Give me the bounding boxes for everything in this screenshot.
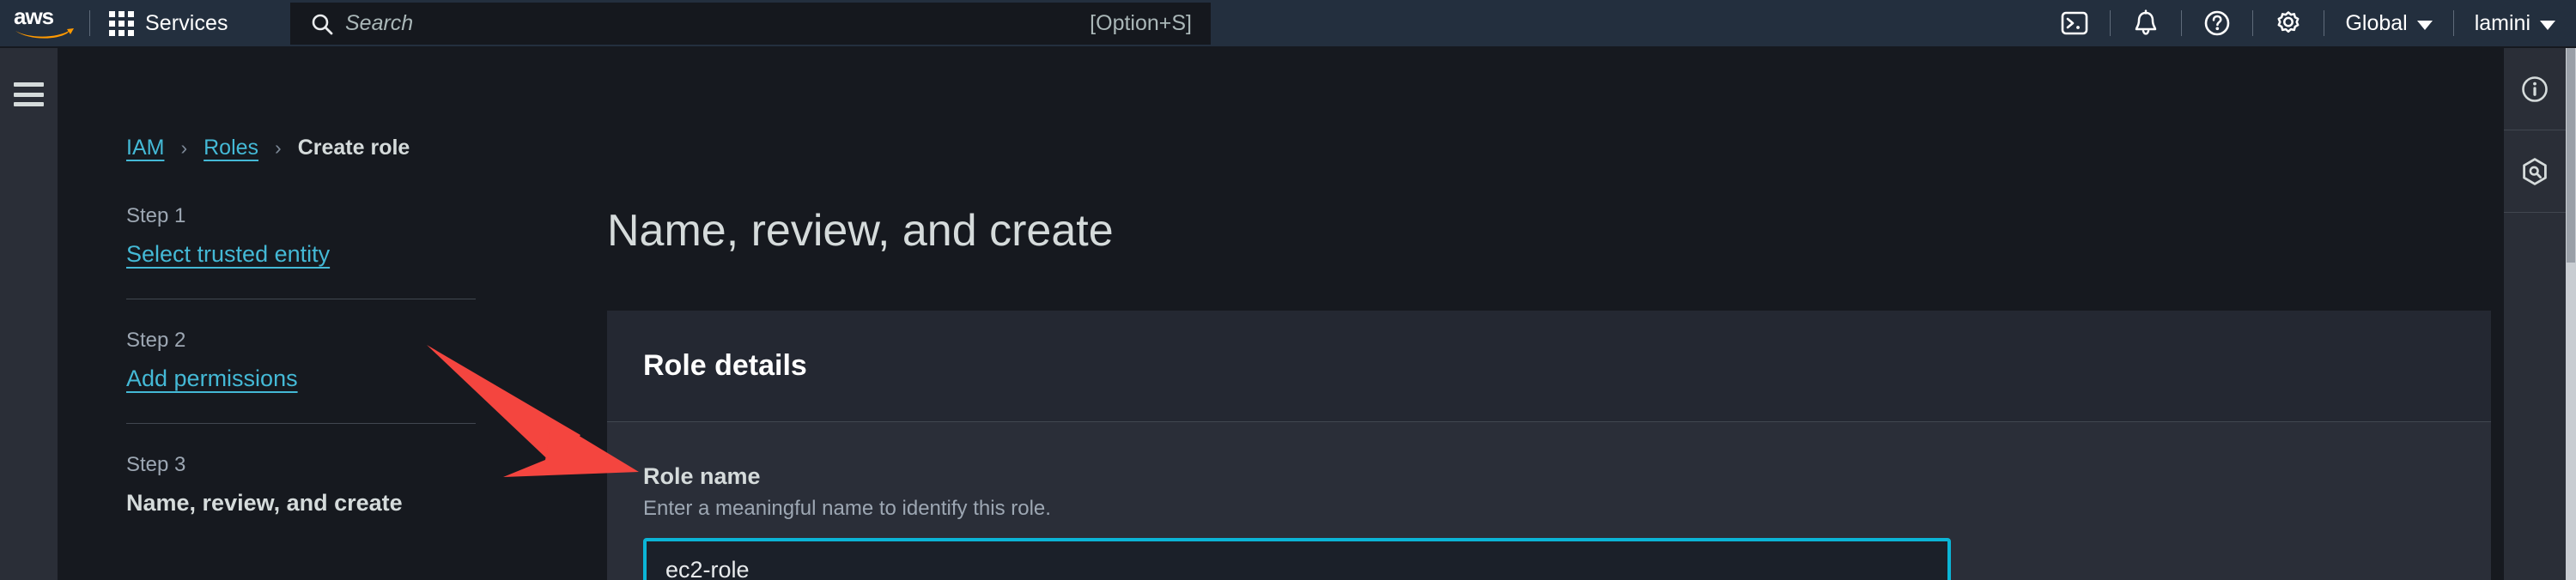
settings-gear-icon[interactable] — [2253, 0, 2324, 46]
right-helper-rail — [2504, 48, 2566, 580]
scrollbar-thumb[interactable] — [2567, 48, 2575, 263]
breadcrumb-item-create-role: Create role — [297, 136, 410, 160]
hamburger-menu-icon[interactable] — [14, 82, 44, 106]
info-icon[interactable] — [2504, 48, 2566, 130]
services-menu-button[interactable]: Services — [90, 0, 247, 46]
role-details-panel: Role details Role name Enter a meaningfu… — [607, 311, 2491, 580]
breadcrumb-item-roles[interactable]: Roles — [204, 136, 258, 160]
account-label: lamini — [2474, 10, 2530, 35]
top-navigation-right-group: Global lamini — [2039, 0, 2576, 46]
sidebar-item-add-permissions[interactable]: Add permissions — [126, 366, 298, 392]
top-navigation-bar: aws Services Search [Option+S] Global la… — [0, 0, 2576, 46]
step-divider — [126, 423, 476, 424]
global-search-box[interactable]: Search [Option+S] — [290, 3, 1211, 45]
page-scrollbar[interactable] — [2566, 48, 2576, 580]
chevron-down-icon — [2540, 20, 2555, 30]
page-title: Name, review, and create — [607, 206, 1114, 256]
services-label: Services — [145, 10, 228, 35]
panel-header: Role details — [607, 311, 2491, 422]
breadcrumb: IAM › Roles › Create role — [126, 136, 410, 160]
svg-text:aws: aws — [14, 5, 54, 29]
main-content-area: IAM › Roles › Create role Step 1 Select … — [58, 48, 2504, 580]
help-question-icon[interactable] — [2182, 0, 2252, 46]
role-name-description: Enter a meaningful name to identify this… — [643, 497, 1051, 520]
breadcrumb-separator: › — [180, 136, 188, 159]
chevron-down-icon — [2416, 20, 2433, 30]
grid-menu-icon — [109, 10, 134, 36]
search-shortcut-hint: [Option+S] — [1090, 11, 1192, 35]
panel-title: Role details — [643, 349, 807, 382]
breadcrumb-separator: › — [275, 136, 282, 159]
search-icon — [307, 9, 337, 39]
region-selector[interactable]: Global — [2324, 0, 2452, 46]
notifications-bell-icon[interactable] — [2111, 0, 2181, 46]
codewhisperer-hex-icon[interactable] — [2504, 130, 2566, 213]
sidebar-item-step-2: Step 2 Add permissions — [126, 329, 476, 392]
sidebar-item-step-3: Step 3 Name, review, and create — [126, 453, 476, 517]
sidebar-item-name-review-create: Name, review, and create — [126, 490, 403, 516]
sidebar-item-step-1: Step 1 Select trusted entity — [126, 204, 476, 268]
region-label: Global — [2345, 10, 2408, 35]
account-menu[interactable]: lamini — [2454, 0, 2576, 46]
breadcrumb-item-iam[interactable]: IAM — [126, 136, 164, 160]
sidebar-item-select-trusted-entity[interactable]: Select trusted entity — [126, 241, 330, 268]
role-name-label: Role name — [643, 463, 761, 489]
left-navigation-rail — [0, 48, 58, 580]
step-number: Step 3 — [126, 453, 186, 476]
step-number: Step 2 — [126, 329, 186, 352]
aws-iam-create-role-screen: aws Services Search [Option+S] Global la… — [0, 0, 2576, 580]
cloudshell-icon[interactable] — [2039, 0, 2110, 46]
search-placeholder-text: Search — [345, 11, 414, 35]
wizard-step-sidebar: Step 1 Select trusted entity Step 2 Add … — [126, 204, 476, 517]
panel-body: Role name Enter a meaningful name to ide… — [607, 422, 2491, 580]
step-number: Step 1 — [126, 204, 186, 227]
role-name-input[interactable] — [643, 538, 1951, 580]
aws-logo[interactable]: aws — [0, 0, 89, 46]
